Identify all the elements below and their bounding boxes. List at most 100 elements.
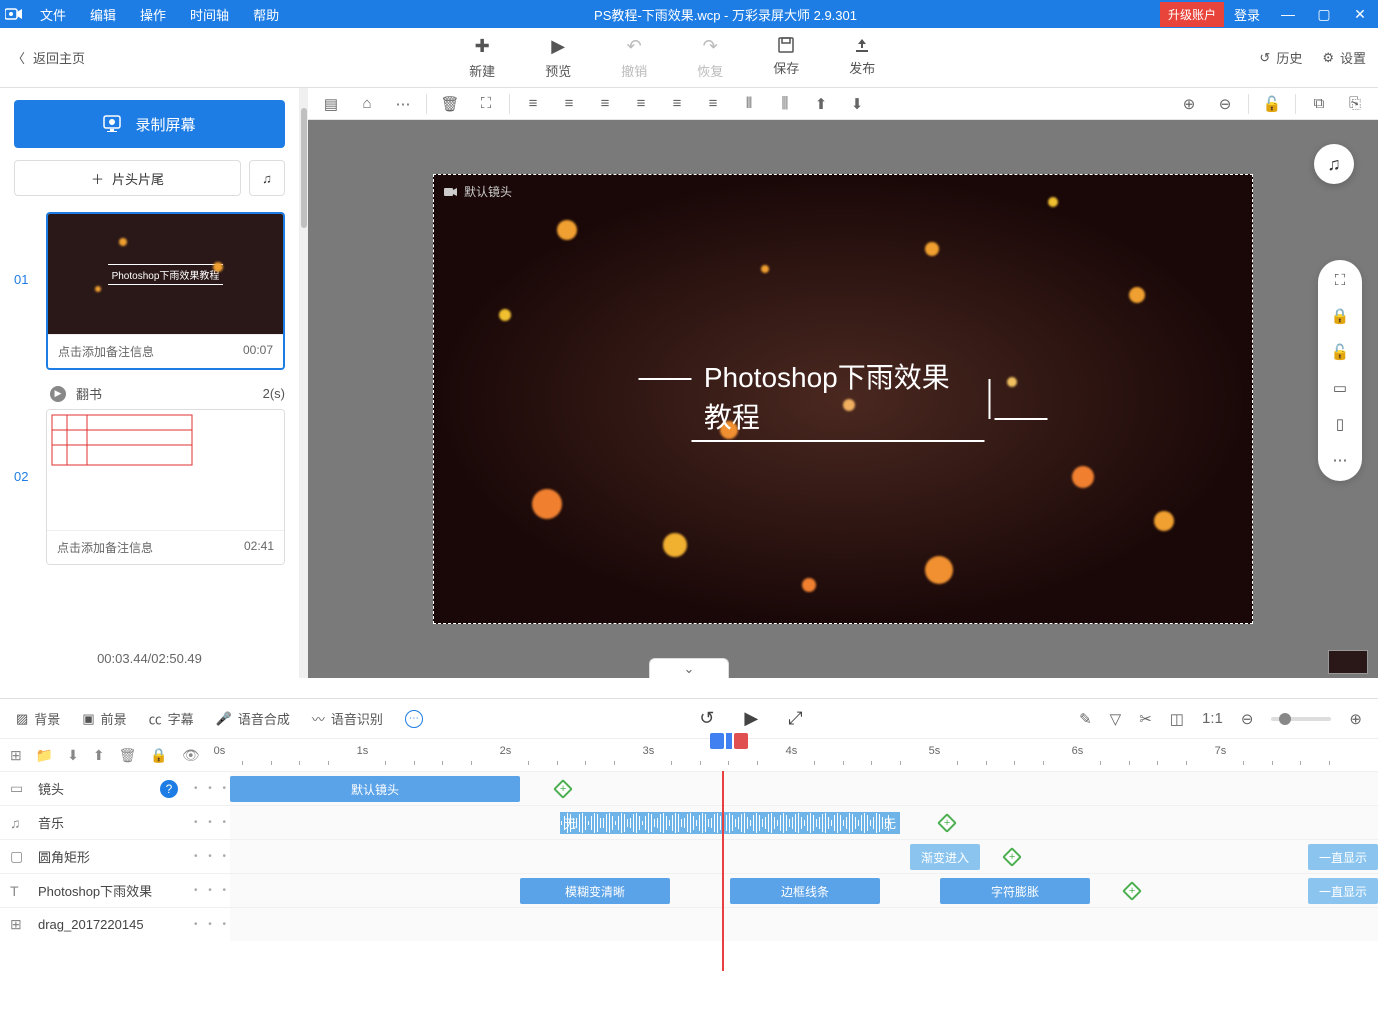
eye-icon[interactable]: 👁	[182, 747, 200, 764]
tab-more[interactable]: ⋯	[405, 710, 423, 728]
close-button[interactable]: ✕	[1342, 6, 1378, 23]
clip-audio[interactable]: 无 无	[560, 812, 900, 834]
align-center-h-icon[interactable]: ≡	[552, 90, 586, 118]
track-content[interactable]: 渐变进入 + 一直显示	[230, 840, 1378, 873]
track-options[interactable]: • • •	[194, 851, 230, 862]
unlock-icon[interactable]: 🔓	[1255, 90, 1289, 118]
play-icon[interactable]: ▶	[744, 708, 758, 729]
back-button[interactable]: 〈 返回主页	[12, 48, 85, 67]
add-track-icon[interactable]: ⊞	[10, 747, 22, 764]
zoom-in-icon[interactable]: ⊕	[1172, 90, 1206, 118]
history-button[interactable]: ↺历史	[1259, 48, 1302, 67]
distribute-h-icon[interactable]: ⫴	[732, 90, 766, 118]
collapse-tab[interactable]: ⌄	[649, 658, 729, 678]
time-ruler[interactable]: 0s1s2s3s4s5s6s7s	[214, 739, 1368, 771]
paste-icon[interactable]: ⎘	[1338, 90, 1372, 118]
float-music-button[interactable]: ♫	[1314, 144, 1354, 184]
thumb-card[interactable]: Photoshop下雨效果教程 点击添加备注信息 00:07	[46, 212, 285, 370]
sidebar-scrollbar[interactable]	[300, 88, 308, 678]
phone-icon[interactable]: ▯	[1336, 415, 1344, 433]
zoom-in-icon[interactable]: ⊕	[1349, 710, 1362, 728]
thumb-note[interactable]: 点击添加备注信息	[57, 539, 153, 556]
clip-text-b[interactable]: 边框线条	[730, 878, 880, 904]
keyframe[interactable]: +	[937, 813, 957, 833]
zoom-slider[interactable]	[1271, 717, 1331, 721]
lock-icon[interactable]: 🔒	[1331, 307, 1350, 325]
menu-action[interactable]: 操作	[128, 5, 178, 24]
export-icon[interactable]: ⬆	[93, 747, 105, 764]
fit-icon[interactable]: 1:1	[1202, 710, 1223, 727]
more-icon[interactable]: ⋯	[1333, 451, 1348, 469]
minimize-button[interactable]: —	[1270, 6, 1306, 22]
canvas-viewport[interactable]: 默认镜头 Photoshop下雨效果教程 ♫ ⛶ 🔒 🔓 ▭ ▯ ⋯	[308, 120, 1378, 678]
clip-text-hold[interactable]: 一直显示	[1308, 878, 1378, 904]
maximize-button[interactable]: ▢	[1306, 6, 1342, 23]
expand-icon[interactable]: ⤢	[788, 708, 802, 729]
track-options[interactable]: • • •	[194, 885, 230, 896]
delete-icon[interactable]: 🗑	[119, 747, 137, 764]
playhead[interactable]	[722, 771, 724, 971]
clip-shot[interactable]: 默认镜头	[230, 776, 520, 802]
home-icon[interactable]: ⌂	[350, 90, 384, 118]
edit-icon[interactable]: ✎	[1079, 710, 1092, 728]
filter-icon[interactable]: ▽	[1110, 710, 1122, 728]
align-right-icon[interactable]: ≡	[588, 90, 622, 118]
distribute-v-icon[interactable]: ⫼	[768, 90, 802, 118]
clip-rect-hold[interactable]: 一直显示	[1308, 844, 1378, 870]
record-button[interactable]: 录制屏幕	[14, 100, 285, 148]
unlock-icon[interactable]: 🔓	[1331, 343, 1350, 361]
playhead-handle[interactable]	[710, 733, 748, 749]
clip-text-a[interactable]: 模糊变清晰	[520, 878, 670, 904]
tab-asr[interactable]: 〰语音识别	[312, 709, 383, 728]
monitor-icon[interactable]: ▭	[1333, 379, 1347, 397]
redo-button[interactable]: ↷恢复	[697, 36, 723, 80]
login-button[interactable]: 登录	[1224, 5, 1270, 24]
track-options[interactable]: • • •	[194, 783, 230, 794]
fullscreen-icon[interactable]: ⛶	[1335, 272, 1346, 289]
help-icon[interactable]: ?	[160, 780, 178, 798]
video-frame[interactable]: 默认镜头 Photoshop下雨效果教程	[433, 174, 1253, 624]
align-top-icon[interactable]: ≡	[624, 90, 658, 118]
menu-help[interactable]: 帮助	[241, 5, 291, 24]
thumb-note[interactable]: 点击添加备注信息	[58, 343, 154, 360]
rewind-icon[interactable]: ↺	[699, 708, 714, 729]
send-back-icon[interactable]: ⬇	[840, 90, 874, 118]
settings-button[interactable]: ⚙设置	[1322, 48, 1366, 67]
thumb-card[interactable]: 点击添加备注信息 02:41	[46, 409, 285, 565]
zoom-out-icon[interactable]: ⊖	[1208, 90, 1242, 118]
publish-button[interactable]: 发布	[849, 36, 875, 80]
music-button[interactable]: ♫	[249, 160, 285, 196]
copy-icon[interactable]: ⧉	[1302, 90, 1336, 118]
tab-background[interactable]: ▨背景	[16, 709, 60, 728]
video-title-overlay[interactable]: Photoshop下雨效果教程	[639, 356, 1048, 442]
transition-row[interactable]: ▶ 翻书 2(s)	[14, 378, 285, 409]
new-button[interactable]: ✚新建	[469, 36, 495, 80]
undo-button[interactable]: ↶撤销	[621, 36, 647, 80]
more-icon[interactable]: ⋯	[386, 90, 420, 118]
layers-icon[interactable]: ▤	[314, 90, 348, 118]
bring-front-icon[interactable]: ⬆	[804, 90, 838, 118]
upgrade-button[interactable]: 升级账户	[1160, 2, 1224, 27]
clip-text-c[interactable]: 字符膨胀	[940, 878, 1090, 904]
trash-icon[interactable]: 🗑	[433, 90, 467, 118]
track-content[interactable]	[230, 908, 1378, 941]
keyframe[interactable]: +	[553, 779, 573, 799]
head-tail-button[interactable]: ＋片头片尾	[14, 160, 241, 196]
minimap[interactable]	[1328, 650, 1368, 674]
cut-icon[interactable]: ✂	[1139, 710, 1152, 728]
align-left-icon[interactable]: ≡	[516, 90, 550, 118]
track-options[interactable]: • • •	[194, 817, 230, 828]
split-icon[interactable]: ◫	[1170, 710, 1184, 728]
tab-foreground[interactable]: ▣前景	[82, 709, 126, 728]
scan-icon[interactable]: ⛶	[469, 90, 503, 118]
track-content[interactable]: 无 无 +	[230, 806, 1378, 839]
align-bottom-icon[interactable]: ≡	[696, 90, 730, 118]
zoom-out-icon[interactable]: ⊖	[1241, 710, 1254, 728]
clip-rect-in[interactable]: 渐变进入	[910, 844, 980, 870]
folder-icon[interactable]: 📁	[36, 747, 53, 764]
align-middle-icon[interactable]: ≡	[660, 90, 694, 118]
keyframe[interactable]: +	[1122, 881, 1142, 901]
preview-button[interactable]: ▶预览	[545, 36, 571, 80]
tab-tts[interactable]: 🎤语音合成	[216, 709, 290, 728]
menu-timeline[interactable]: 时间轴	[178, 5, 241, 24]
